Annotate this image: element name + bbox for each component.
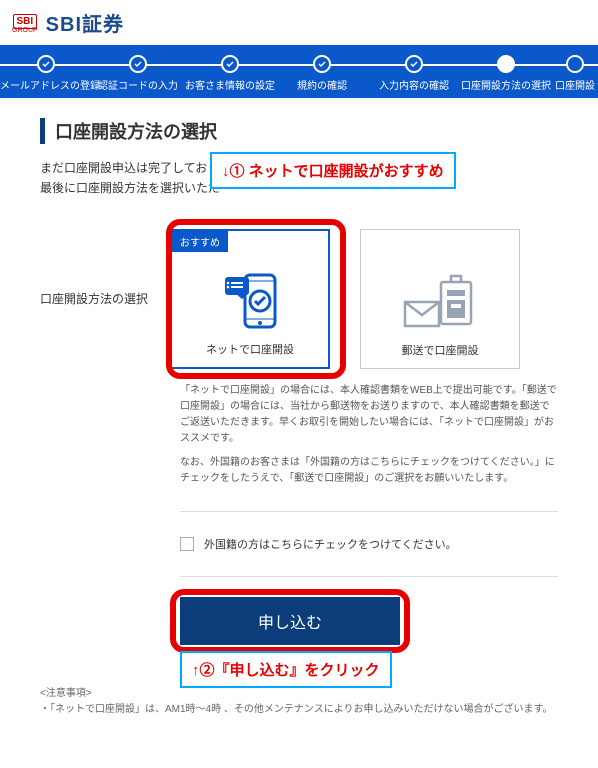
notes-line-1: ・「ネットで口座開設」は、AM1時～4時 、その他メンテナンスによりお申し込みい… [40,702,558,718]
desc-text-1: 「ネットで口座開設」の場合には、本人確認書類をWEB上で提出可能です。「郵送で口… [180,383,558,447]
page-title: 口座開設方法の選択 [55,118,558,144]
check-icon [405,55,423,73]
brand-name: SBI証券 [46,8,124,37]
option-mail[interactable]: 郵送で口座開設 [360,229,520,369]
step-open: 口座開設 [552,55,598,92]
check-icon [129,55,147,73]
recommended-badge: おすすめ [172,231,228,252]
step-email: メールアドレスの登録 [0,55,92,92]
submit-wrap: 申し込む [180,597,558,645]
logo-badge-wrap: SBI GROUP [12,12,38,34]
description-block: 「ネットで口座開設」の場合には、本人確認書類をWEB上で提出可能です。「郵送で口… [180,383,558,487]
option-mail-label: 郵送で口座開設 [402,342,479,358]
foreign-checkbox-label: 外国籍の方はこちらにチェックをつけてください。 [204,536,457,552]
step-terms: 規約の確認 [276,55,368,92]
selection-label: 口座開設方法の選択 [40,290,150,307]
step-code: 認証コードの入力 [92,55,184,92]
progress-stepper: メールアドレスの登録 認証コードの入力 お客さま情報の設定 規約の確認 入力内容… [0,45,598,98]
step-icon [566,55,584,73]
foreign-checkbox[interactable] [180,537,194,551]
step-info: お客さま情報の設定 [184,55,276,92]
page-title-wrap: 口座開設方法の選択 [40,118,558,144]
annotation-2: ↑②『申し込む』をクリック [180,651,392,688]
current-step-icon [497,55,515,73]
step-method: 口座開設方法の選択 [460,55,552,92]
notes-heading: <注意事項> [40,686,558,702]
logo-sub: GROUP [12,27,38,34]
check-icon [313,55,331,73]
notes-block: <注意事項> ・「ネットで口座開設」は、AM1時～4時 、その他メンテナンスによ… [40,686,558,718]
desc-text-2: なお、外国籍のお客さまは「外国籍の方はこちらにチェックをつけてください。」にチェ… [180,455,558,487]
option-net-label: ネットで口座開設 [206,341,294,357]
option-net[interactable]: おすすめ ネットで [170,229,330,369]
postal-icon [401,272,479,334]
foreign-checkbox-row: 外国籍の方はこちらにチェックをつけてください。 [180,511,558,577]
check-icon [221,55,239,73]
step-confirm: 入力内容の確認 [368,55,460,92]
option-group: おすすめ ネットで [170,229,558,369]
annotation-1: ↓① ネットで口座開設がおすすめ [210,152,456,189]
smartphone-check-icon [215,271,285,333]
submit-button[interactable]: 申し込む [180,597,400,645]
app-header: SBI GROUP SBI証券 [0,0,598,45]
main-content: 口座開設方法の選択 まだ口座開設申込は完了しており 最後に口座開設方法を選択いた… [0,98,598,768]
check-icon [37,55,55,73]
